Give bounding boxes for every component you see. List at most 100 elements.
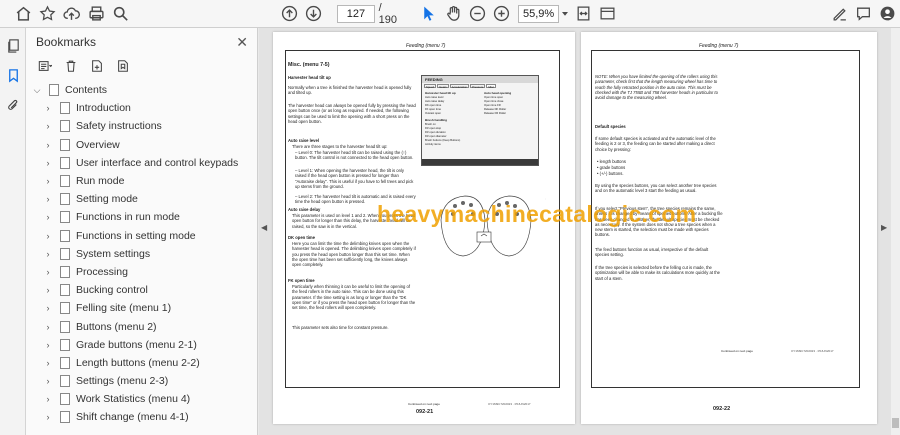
- screen-tab: Misc: [486, 84, 497, 89]
- screen-row: Activity items: [425, 143, 441, 146]
- paragraph: Normally when a tree is finished the har…: [288, 85, 412, 96]
- cloud-upload-icon[interactable]: [60, 1, 84, 27]
- chevron-right-icon[interactable]: ›: [43, 212, 53, 222]
- bookmark-item[interactable]: › Safety instructions: [26, 117, 257, 135]
- print-icon[interactable]: [84, 1, 108, 27]
- bookmark-item[interactable]: › Functions in setting mode: [26, 227, 257, 245]
- bookmark-label: Length buttons (menu 2-2): [76, 356, 200, 369]
- zoom-level-field[interactable]: 55,9%: [517, 4, 560, 23]
- bookmark-item[interactable]: › Length buttons (menu 2-2): [26, 354, 257, 372]
- bookmark-item[interactable]: › User interface and control keypads: [26, 154, 257, 172]
- screen-tab: Pressure: [470, 84, 486, 89]
- search-icon[interactable]: [108, 1, 132, 27]
- chevron-right-icon[interactable]: ›: [43, 176, 53, 186]
- delete-bookmark-icon[interactable]: [61, 56, 81, 76]
- home-icon[interactable]: [11, 1, 35, 27]
- chevron-right-icon[interactable]: ›: [43, 303, 53, 313]
- bookmark-item[interactable]: › Shift change (menu 4-1): [26, 408, 257, 426]
- bookmark-star-icon[interactable]: [35, 1, 59, 27]
- vertical-scrollbar[interactable]: [891, 28, 900, 435]
- bookmark-page-icon: [60, 156, 70, 169]
- zoom-in-icon[interactable]: [490, 1, 514, 27]
- document-view[interactable]: ◀ ▶ Feeding (menu 7) Misc. (menu 7-5) Ha…: [259, 28, 900, 435]
- chevron-right-icon[interactable]: ›: [43, 376, 53, 386]
- chevron-right-icon[interactable]: ›: [43, 358, 53, 368]
- screen-rows: Auto raise level Auto raise delay DK ope…: [425, 96, 444, 116]
- chevron-right-icon[interactable]: ›: [43, 394, 53, 404]
- screen-tab: Speed: [424, 84, 437, 89]
- page-display-icon[interactable]: [595, 1, 619, 27]
- page-fit-icon[interactable]: [571, 1, 595, 27]
- hand-tool-icon[interactable]: [441, 1, 465, 27]
- chevron-right-icon[interactable]: ›: [43, 231, 53, 241]
- subheading: Harvester head tilt up: [288, 75, 331, 80]
- bookmark-label: Processing: [76, 265, 128, 278]
- scrollbar-thumb[interactable]: [892, 418, 899, 428]
- chevron-right-icon[interactable]: ›: [43, 103, 53, 113]
- screen-status-bar: [422, 159, 538, 165]
- chevron-right-icon[interactable]: ›: [43, 412, 53, 422]
- zoom-dropdown-icon[interactable]: [559, 1, 571, 27]
- bookmark-page-icon: [60, 338, 70, 351]
- bookmark-contents[interactable]: ⌵ Contents: [26, 81, 257, 99]
- bookmark-label: System settings: [76, 247, 151, 260]
- chevron-right-icon[interactable]: ›: [43, 285, 53, 295]
- new-bookmark-icon[interactable]: [87, 56, 107, 76]
- next-page-icon[interactable]: [302, 1, 326, 27]
- chevron-right-icon[interactable]: ›: [43, 140, 53, 150]
- select-cursor-icon[interactable]: [417, 1, 441, 27]
- page-number-input[interactable]: 127: [337, 4, 375, 23]
- note-paragraph: NOTE: When you have limited the opening …: [595, 74, 718, 101]
- screen-row: Outcast open: [425, 112, 441, 115]
- bookmark-page-icon: [60, 411, 70, 424]
- chevron-right-icon[interactable]: ›: [43, 158, 53, 168]
- options-menu-icon[interactable]: [35, 56, 55, 76]
- fill-sign-icon[interactable]: [827, 1, 851, 27]
- chevron-right-icon[interactable]: ›: [43, 249, 53, 259]
- comment-icon[interactable]: [851, 1, 875, 27]
- bookmark-item[interactable]: › Introduction: [26, 99, 257, 117]
- bookmark-item[interactable]: › Overview: [26, 136, 257, 154]
- bookmark-page-icon: [60, 320, 70, 333]
- chevron-right-icon[interactable]: ›: [43, 267, 53, 277]
- scroll-left-icon[interactable]: ◀: [261, 223, 267, 232]
- bookmark-tag-icon[interactable]: [113, 56, 133, 76]
- account-icon[interactable]: [876, 1, 900, 27]
- bookmark-item[interactable]: › Setting mode: [26, 190, 257, 208]
- bookmark-item[interactable]: › Functions in run mode: [26, 208, 257, 226]
- attachments-icon[interactable]: [0, 92, 26, 118]
- bookmark-label: Bucking control: [76, 284, 148, 297]
- chevron-right-icon[interactable]: ›: [43, 121, 53, 131]
- section-heading: Default species: [595, 124, 626, 129]
- bookmark-label: Run mode: [76, 175, 125, 188]
- bookmark-page-icon: [60, 211, 70, 224]
- scroll-right-icon[interactable]: ▶: [881, 223, 887, 232]
- paragraph: Here you can limit the time the delimbin…: [292, 241, 416, 268]
- bookmark-item[interactable]: › Bucking control: [26, 281, 257, 299]
- bookmark-list: ⌵ Contents › Introduction › Safety instruc…: [26, 81, 257, 427]
- bookmark-label: Functions in run mode: [76, 211, 180, 224]
- bookmark-item[interactable]: › Grade buttons (menu 2-1): [26, 336, 257, 354]
- chevron-right-icon[interactable]: ›: [43, 194, 53, 204]
- bookmark-item[interactable]: › Settings (menu 2-3): [26, 372, 257, 390]
- bookmark-item[interactable]: › System settings: [26, 245, 257, 263]
- close-icon[interactable]: ✕: [236, 34, 248, 51]
- bookmarks-toolbar: [26, 53, 257, 79]
- page-number-label: 092-21: [416, 409, 434, 415]
- bookmarks-panel-icon[interactable]: [0, 62, 26, 88]
- bookmark-page-icon: [60, 138, 70, 151]
- chevron-right-icon[interactable]: ›: [43, 340, 53, 350]
- bookmark-item[interactable]: › Felling site (menu 1): [26, 299, 257, 317]
- chevron-down-icon[interactable]: ⌵: [32, 85, 42, 96]
- bookmark-item[interactable]: › Processing: [26, 263, 257, 281]
- bookmark-item[interactable]: › Run mode: [26, 172, 257, 190]
- screen-rows: Open time open Open time close Open time…: [484, 96, 506, 116]
- prev-page-icon[interactable]: [277, 1, 301, 27]
- bookmark-page-icon: [60, 284, 70, 297]
- zoom-out-icon[interactable]: [465, 1, 489, 27]
- bookmarks-header: Bookmarks ✕: [26, 31, 257, 53]
- chevron-right-icon[interactable]: ›: [43, 322, 53, 332]
- bookmark-item[interactable]: › Work Statistics (menu 4): [26, 390, 257, 408]
- page-thumbnails-icon[interactable]: [0, 32, 26, 58]
- bookmark-item[interactable]: › Buttons (menu 2): [26, 317, 257, 335]
